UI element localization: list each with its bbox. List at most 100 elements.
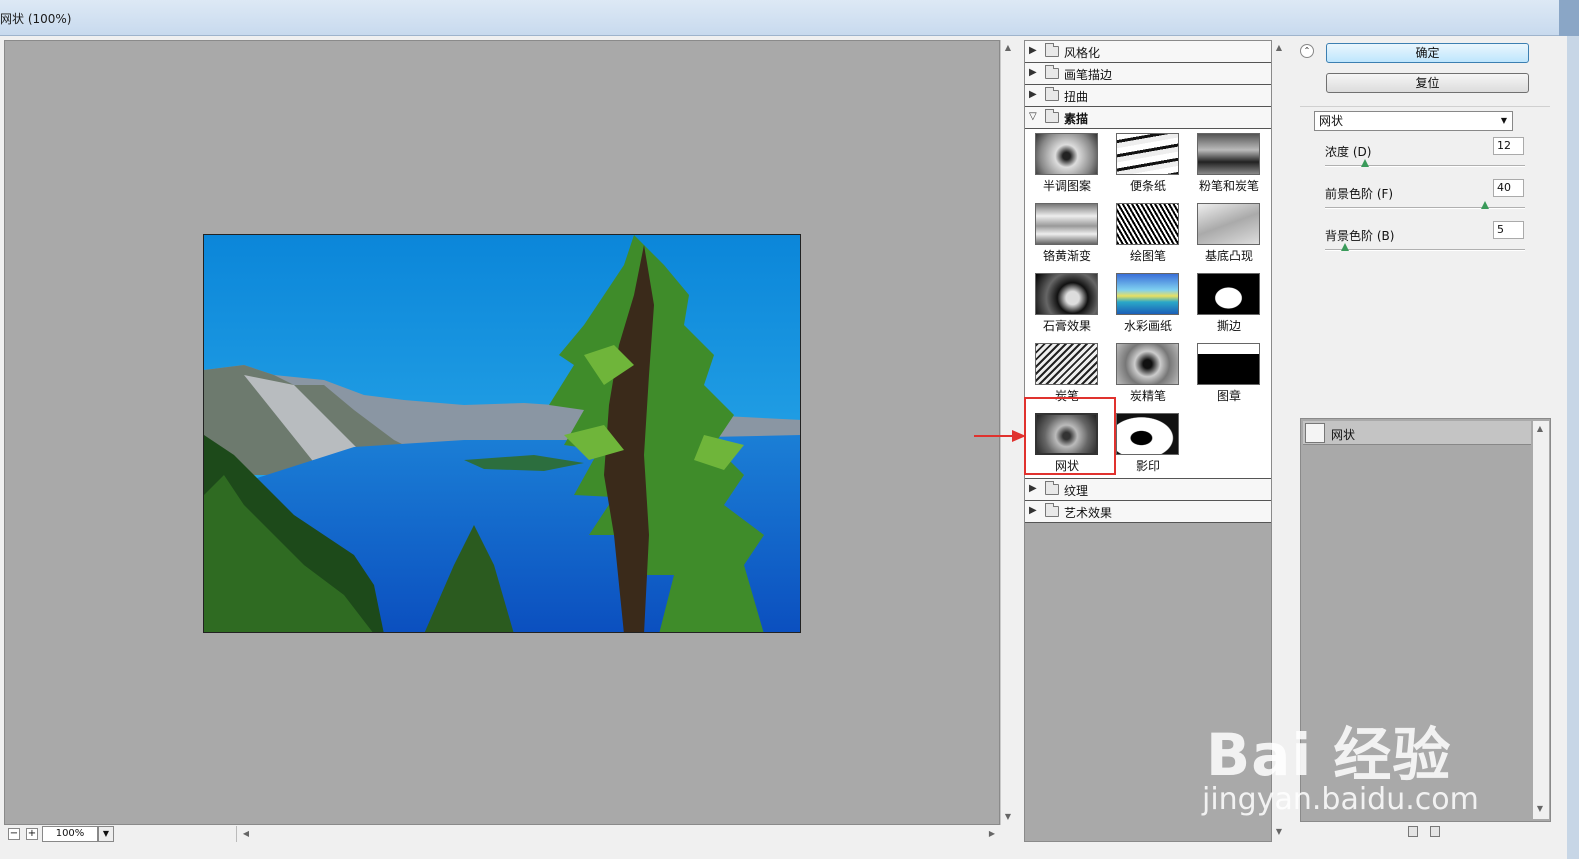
folder-icon xyxy=(1045,65,1059,79)
filter-thumb-chalk-charcoal[interactable]: 粉笔和炭笔 xyxy=(1193,131,1265,197)
category-sketch[interactable]: ▽ 素描 xyxy=(1025,107,1271,129)
preview-horizontal-scrollbar[interactable]: ◀ ▶ xyxy=(236,826,1000,842)
filter-thumb-halftone[interactable]: 半调图案 xyxy=(1031,131,1103,197)
title-bar-edge xyxy=(1559,0,1579,36)
reset-button[interactable]: 复位 xyxy=(1326,73,1529,93)
category-artistic[interactable]: ▶ 艺术效果 xyxy=(1025,501,1271,523)
filter-thumb-stamp[interactable]: 图章 xyxy=(1193,341,1265,407)
scroll-right-arrow-icon[interactable]: ▶ xyxy=(985,828,999,840)
density-slider-track[interactable] xyxy=(1325,165,1525,167)
filter-thumb-photocopy[interactable]: 影印 xyxy=(1112,411,1184,477)
collapse-gallery-icon[interactable]: ⌃ xyxy=(1300,44,1314,58)
filter-label: 石膏效果 xyxy=(1042,319,1091,333)
folder-icon xyxy=(1045,87,1059,101)
window-right-edge xyxy=(1552,36,1579,859)
category-texture[interactable]: ▶ 纹理 xyxy=(1025,479,1271,501)
thumbnail-image xyxy=(1116,203,1179,245)
scroll-left-arrow-icon[interactable]: ◀ xyxy=(239,828,253,840)
delete-effect-layer-icon[interactable] xyxy=(1430,826,1440,837)
window-border xyxy=(1567,36,1579,859)
layer-tools xyxy=(1406,826,1446,840)
filter-thumb-bas-relief[interactable]: 基底凸现 xyxy=(1193,201,1265,267)
filter-label: 撕边 xyxy=(1216,319,1241,333)
filter-label: 图章 xyxy=(1216,389,1241,403)
filter-thumb-conte-crayon[interactable]: 炭精笔 xyxy=(1112,341,1184,407)
zoom-level-field[interactable]: 100% xyxy=(42,826,98,842)
layer-name: 网状 xyxy=(1331,428,1356,442)
ok-button[interactable]: 确定 xyxy=(1326,43,1529,63)
category-label: 扭曲 xyxy=(1064,90,1089,104)
foreground-level-input[interactable]: 40 xyxy=(1493,179,1524,197)
filter-label: 炭精笔 xyxy=(1129,389,1166,403)
thumbnail-image xyxy=(1197,203,1260,245)
expand-arrow-icon[interactable]: ▶ xyxy=(1029,45,1037,56)
visibility-toggle-icon[interactable] xyxy=(1305,423,1325,443)
category-label: 艺术效果 xyxy=(1064,506,1113,520)
folder-icon xyxy=(1045,481,1059,495)
filter-select[interactable]: 网状 ▼ xyxy=(1314,111,1513,131)
thumbnail-image xyxy=(1197,273,1260,315)
thumbnail-image xyxy=(1116,133,1179,175)
scroll-up-arrow-icon[interactable]: ▲ xyxy=(1001,42,1015,54)
preview-canvas[interactable] xyxy=(4,40,1000,825)
scroll-up-arrow-icon[interactable]: ▲ xyxy=(1533,423,1547,435)
selection-highlight-box xyxy=(1024,397,1116,475)
expand-arrow-icon[interactable]: ▶ xyxy=(1029,505,1037,516)
effect-layers-panel: 网状 ▲ ▼ xyxy=(1300,418,1551,822)
preview-photo xyxy=(203,234,801,633)
category-label: 画笔描边 xyxy=(1064,68,1113,82)
density-input[interactable]: 12 xyxy=(1493,137,1524,155)
thumbnail-image xyxy=(1035,133,1098,175)
gallery-vertical-scrollbar[interactable]: ▲ ▼ xyxy=(1272,40,1286,842)
expand-arrow-icon[interactable]: ▶ xyxy=(1029,483,1037,494)
thumbnail-image xyxy=(1035,343,1098,385)
folder-icon xyxy=(1045,43,1059,57)
filter-thumb-water-paper[interactable]: 水彩画纸 xyxy=(1112,271,1184,337)
zoom-bar: − + 100% ▼ ◀ ▶ xyxy=(4,826,1014,844)
background-level-slider-knob[interactable] xyxy=(1341,243,1349,251)
expand-arrow-icon[interactable]: ▶ xyxy=(1029,67,1037,78)
expand-arrow-icon[interactable]: ▶ xyxy=(1029,89,1037,100)
background-level-input[interactable]: 5 xyxy=(1493,221,1524,239)
filter-label: 铬黄渐变 xyxy=(1042,249,1091,263)
category-stylize[interactable]: ▶ 风格化 xyxy=(1025,41,1271,63)
open-folder-icon xyxy=(1045,109,1059,123)
param-foreground-level: 前景色阶 (F) 40 xyxy=(1325,179,1525,225)
category-brush-strokes[interactable]: ▶ 画笔描边 xyxy=(1025,63,1271,85)
scroll-down-arrow-icon[interactable]: ▼ xyxy=(1001,811,1015,823)
filter-label: 粉笔和炭笔 xyxy=(1198,179,1259,193)
zoom-dropdown-button[interactable]: ▼ xyxy=(98,826,114,842)
filter-label: 水彩画纸 xyxy=(1123,319,1172,333)
window-title: 网状 (100%) xyxy=(0,12,72,26)
param-background-level: 背景色阶 (B) 5 xyxy=(1325,221,1525,267)
thumbnail-image xyxy=(1035,203,1098,245)
param-label: 前景色阶 (F) xyxy=(1325,187,1394,201)
foreground-level-slider-track[interactable] xyxy=(1325,207,1525,209)
scroll-down-arrow-icon[interactable]: ▼ xyxy=(1533,803,1547,815)
lake-landscape-image xyxy=(204,235,800,632)
filter-label: 绘图笔 xyxy=(1129,249,1166,263)
layers-vertical-scrollbar[interactable]: ▲ ▼ xyxy=(1533,421,1549,819)
thumbnail-image xyxy=(1197,133,1260,175)
category-label: 纹理 xyxy=(1064,484,1089,498)
title-bar: 网状 (100%) xyxy=(0,0,1579,36)
filter-label: 基底凸现 xyxy=(1204,249,1253,263)
filter-thumb-note-paper[interactable]: 便条纸 xyxy=(1112,131,1184,197)
collapse-arrow-icon[interactable]: ▽ xyxy=(1029,111,1037,122)
zoom-in-button[interactable]: + xyxy=(26,828,38,840)
chevron-down-icon[interactable]: ▼ xyxy=(1498,114,1510,128)
filter-thumb-torn-edges[interactable]: 撕边 xyxy=(1193,271,1265,337)
category-distort[interactable]: ▶ 扭曲 xyxy=(1025,85,1271,107)
density-slider-knob[interactable] xyxy=(1361,159,1369,167)
filter-thumb-graphic-pen[interactable]: 绘图笔 xyxy=(1112,201,1184,267)
foreground-level-slider-knob[interactable] xyxy=(1481,201,1489,209)
scroll-down-arrow-icon[interactable]: ▼ xyxy=(1272,826,1286,838)
scroll-up-arrow-icon[interactable]: ▲ xyxy=(1272,42,1286,54)
filter-thumb-plaster[interactable]: 石膏效果 xyxy=(1031,271,1103,337)
background-level-slider-track[interactable] xyxy=(1325,249,1525,251)
param-label: 背景色阶 (B) xyxy=(1325,229,1395,243)
zoom-out-button[interactable]: − xyxy=(8,828,20,840)
new-effect-layer-icon[interactable] xyxy=(1408,826,1418,837)
effect-layer-item[interactable]: 网状 xyxy=(1303,421,1531,445)
filter-thumb-chrome[interactable]: 铬黄渐变 xyxy=(1031,201,1103,267)
